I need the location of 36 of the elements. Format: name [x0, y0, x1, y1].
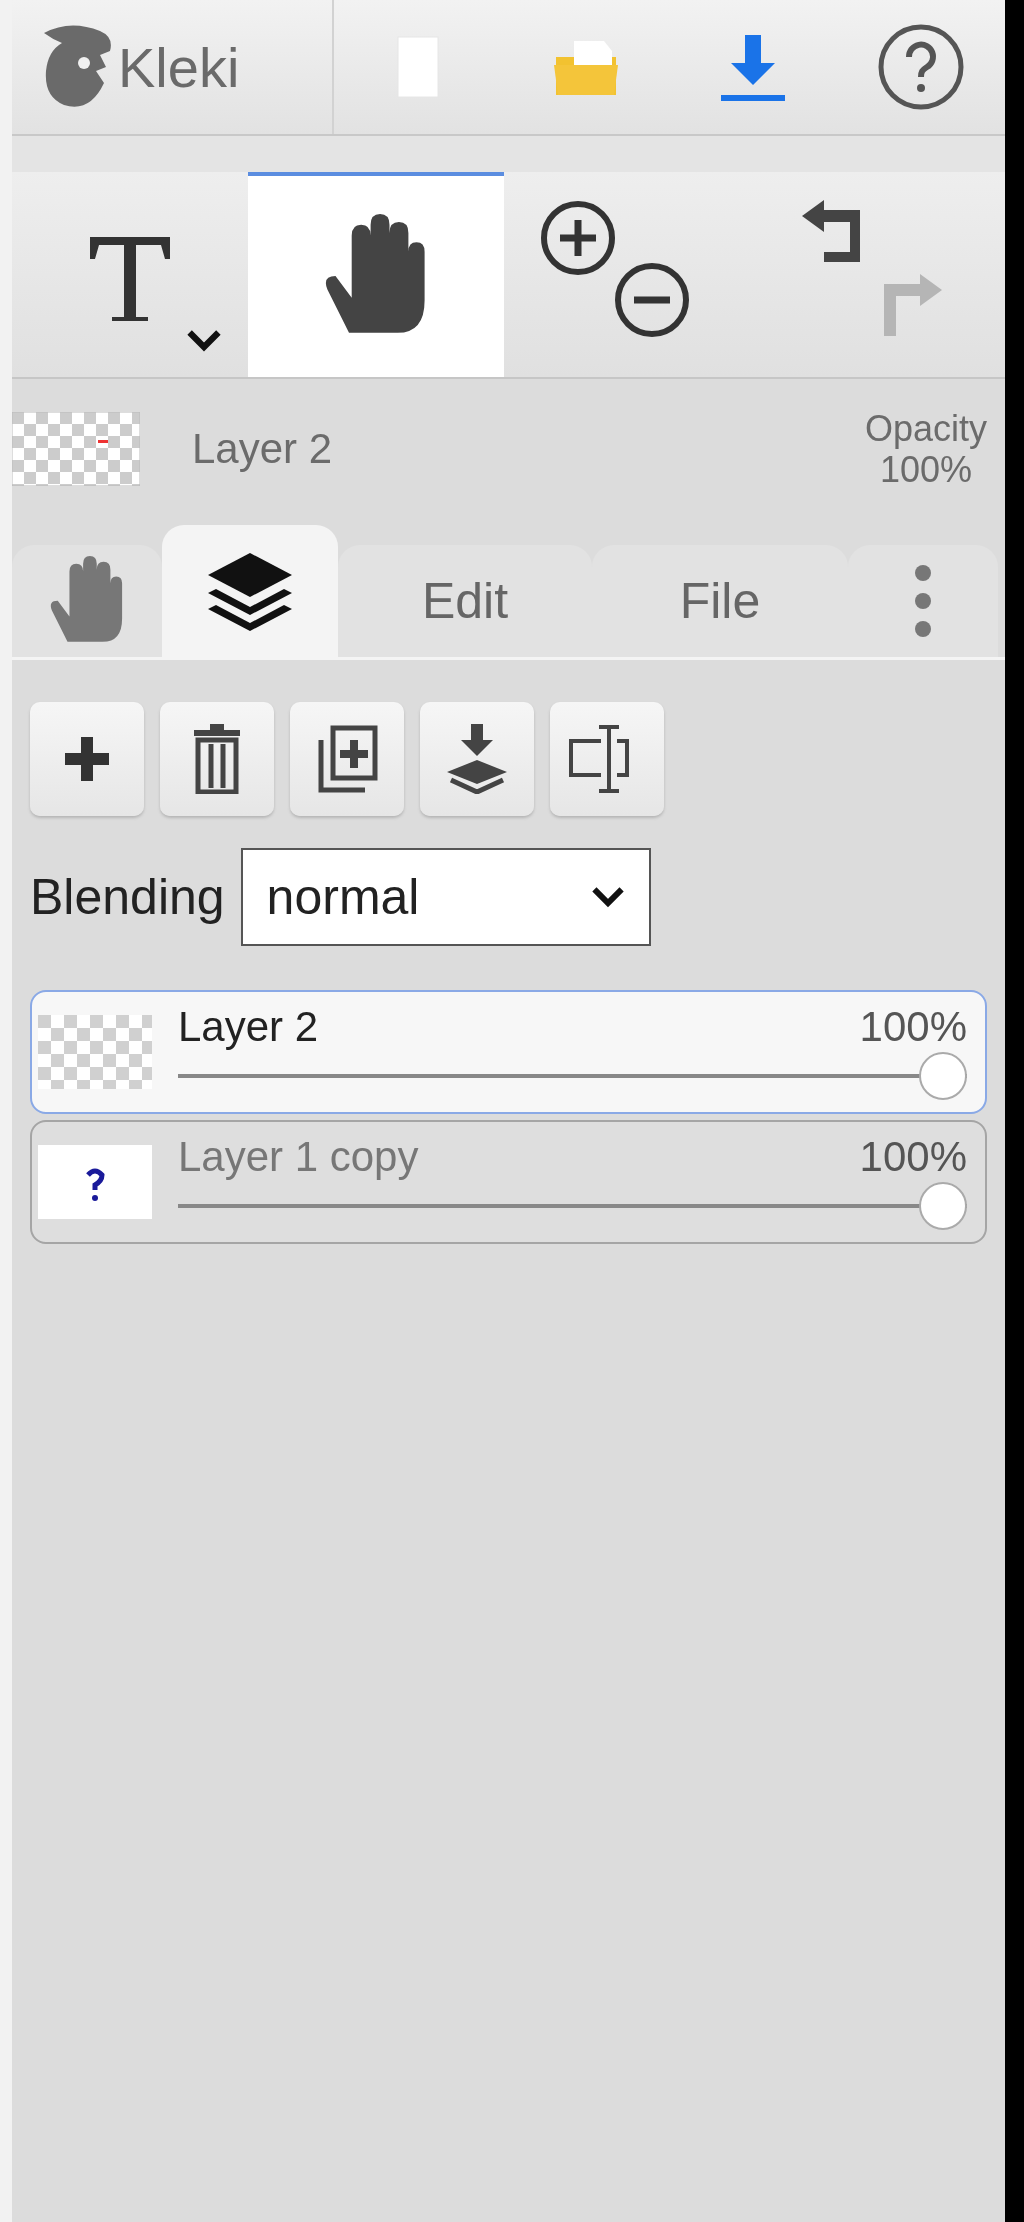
- merge-layer-button[interactable]: [420, 702, 534, 816]
- blending-label: Blending: [30, 868, 225, 926]
- zoom-in-button[interactable]: [540, 200, 616, 276]
- slider-thumb[interactable]: [919, 1182, 967, 1230]
- trash-icon: [192, 724, 242, 794]
- more-icon: [913, 563, 933, 639]
- tab[interactable]: File: [592, 545, 848, 657]
- dropdown-caret-icon: [186, 328, 222, 352]
- zoom-out-icon: [614, 262, 690, 338]
- layer-name: Layer 2: [178, 1003, 319, 1051]
- layer-opacity: 100%: [859, 1003, 967, 1051]
- caret-icon: [590, 885, 625, 909]
- merge-down-icon: [445, 724, 509, 794]
- opacity-value: 100%: [878, 449, 973, 491]
- logo[interactable]: Kleki: [12, 0, 334, 134]
- hand-tool-button[interactable]: [248, 172, 504, 377]
- logo-text: Kleki: [118, 34, 240, 100]
- blank-page-icon: [395, 35, 440, 99]
- opacity-label: Opacity: [864, 407, 987, 449]
- layer-row[interactable]: Layer 2 100%: [30, 990, 987, 1114]
- delete-layer-button[interactable]: [160, 702, 274, 816]
- blending-select[interactable]: normal: [240, 848, 651, 946]
- layers-tab[interactable]: [162, 525, 338, 657]
- more-tab[interactable]: [848, 545, 998, 657]
- add-layer-button[interactable]: [30, 702, 144, 816]
- layer-opacity: 100%: [859, 1133, 967, 1181]
- tab[interactable]: Edit: [338, 545, 592, 657]
- plus-icon: [65, 737, 109, 781]
- rename-layer-button[interactable]: [550, 702, 664, 816]
- layer-name: Layer 2: [192, 425, 334, 473]
- duplicate-layer-button[interactable]: [290, 702, 404, 816]
- zoom-in-icon: [540, 200, 616, 276]
- layer-row[interactable]: Layer 1 copy 100%: [30, 1120, 987, 1244]
- layer-name: Layer 1 copy: [178, 1133, 419, 1181]
- slider-thumb[interactable]: [919, 1052, 967, 1100]
- zoom-out-button[interactable]: [614, 262, 690, 338]
